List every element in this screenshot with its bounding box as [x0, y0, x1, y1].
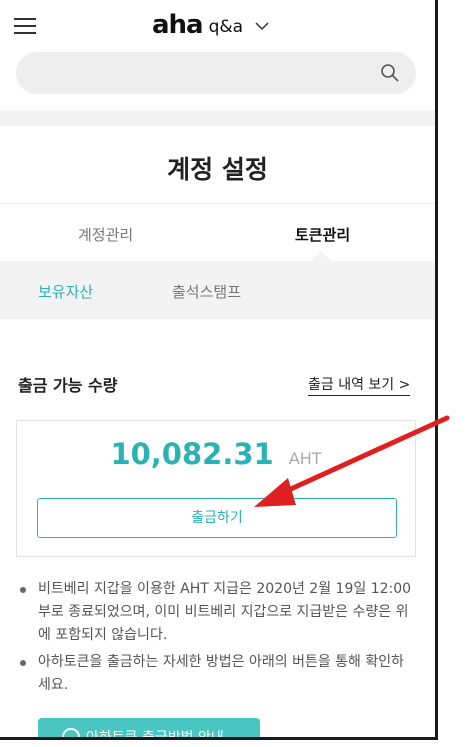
- search-input[interactable]: [16, 52, 416, 94]
- balance-card: 10,082.31 AHT 출금하기: [16, 420, 416, 557]
- withdraw-history-link[interactable]: 출금 내역 보기 >: [308, 374, 411, 396]
- page-title: 계정 설정: [167, 155, 268, 184]
- subtab-assets[interactable]: 보유자산: [38, 281, 93, 302]
- logo[interactable]: aha q&a: [152, 10, 269, 40]
- notice-text: 아하토큰을 출금하는 자세한 방법은 아래의 버튼을 통해 확인하세요.: [38, 654, 405, 693]
- main-tabs: 계정관리 토큰관리: [0, 203, 435, 262]
- sub-tabs: 보유자산 출석스탬프: [0, 261, 435, 319]
- guide-button-label: 아하토큰 출금방법 안내: [86, 730, 224, 740]
- menu-icon[interactable]: [14, 16, 38, 36]
- withdraw-button[interactable]: 출금하기: [37, 498, 397, 538]
- balance-display: 10,082.31 AHT: [17, 437, 415, 471]
- search-icon[interactable]: [380, 63, 400, 83]
- notice-text: 비트베리 지갑을 이용한 AHT 지급은 2020년 2월 19일 12:00부…: [38, 581, 412, 643]
- balance-amount: 10,082.31: [110, 437, 274, 471]
- notice-list: 비트베리 지갑을 이용한 AHT 지급은 2020년 2월 19일 12:00부…: [16, 578, 416, 701]
- tab-account-management[interactable]: 계정관리: [78, 224, 133, 245]
- withdrawable-heading: 출금 가능 수량: [18, 376, 118, 395]
- bullet-icon: [20, 660, 26, 666]
- divider-band: [0, 110, 435, 126]
- chevron-down-icon[interactable]: [255, 21, 269, 31]
- info-circle-icon: [62, 728, 80, 737]
- header: aha q&a: [0, 0, 435, 110]
- bullet-icon: [20, 587, 26, 593]
- app-frame: aha q&a 계정 설정 계정관리 토큰관리 보유자산 출석스탬프 출금 가능…: [0, 0, 438, 740]
- logo-subtext: q&a: [208, 17, 244, 37]
- withdraw-guide-button[interactable]: 아하토큰 출금방법 안내: [38, 718, 260, 740]
- tab-token-management[interactable]: 토큰관리: [295, 224, 350, 245]
- subtab-attendance-stamp[interactable]: 출석스탬프: [172, 281, 241, 302]
- list-item: 아하토큰을 출금하는 자세한 방법은 아래의 버튼을 통해 확인하세요.: [16, 651, 416, 697]
- logo-text: aha: [152, 10, 204, 40]
- balance-unit: AHT: [288, 449, 322, 468]
- list-item: 비트베리 지갑을 이용한 AHT 지급은 2020년 2월 19일 12:00부…: [16, 578, 416, 647]
